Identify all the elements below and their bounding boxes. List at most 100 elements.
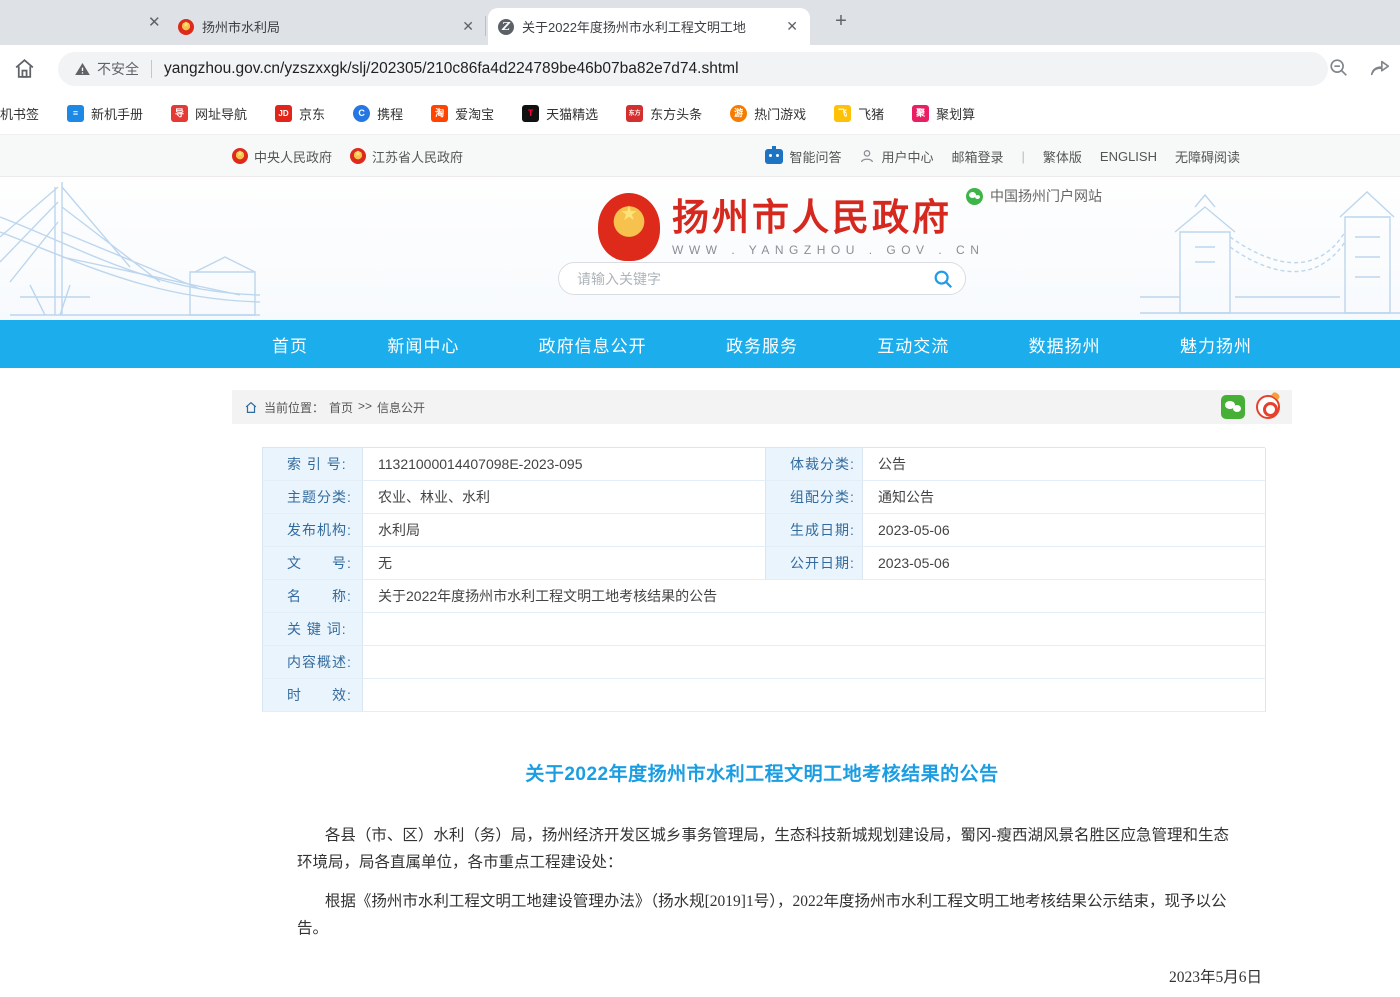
meta-value: 农业、林业、水利: [363, 481, 766, 514]
bridge-artwork-left: [0, 177, 270, 320]
meta-label: 生成日期:: [766, 514, 863, 547]
security-label[interactable]: 不安全: [97, 59, 139, 79]
main-nav: 首页 新闻中心 政府信息公开 政务服务 互动交流 数据扬州 魅力扬州: [0, 320, 1400, 368]
bookmark-item[interactable]: 聚 聚划算: [903, 104, 984, 123]
english-link[interactable]: ENGLISH: [1100, 149, 1157, 164]
accessibility-link[interactable]: 无障碍阅读: [1175, 147, 1240, 166]
bookmark-item[interactable]: ≡ 新机手册: [58, 104, 152, 123]
traditional-link[interactable]: 繁体版: [1043, 147, 1082, 166]
juhuasuan-icon: 聚: [912, 105, 929, 122]
meta-value: [363, 613, 1266, 646]
portal-link[interactable]: 中国扬州门户网站: [966, 186, 1102, 206]
portal-globe-icon: [966, 188, 983, 205]
breadcrumb: 当前位置： 首页 >> 信息公开: [232, 390, 1292, 424]
breadcrumb-home-link[interactable]: 首页: [329, 399, 353, 416]
nav-item-info-disclosure[interactable]: 政府信息公开: [539, 332, 647, 357]
tab-shuiliju[interactable]: 扬州市水利局 ✕: [168, 8, 486, 45]
nav-item-data[interactable]: 数据扬州: [1029, 332, 1101, 357]
table-row: 时 效:: [263, 679, 1265, 712]
bookmark-item[interactable]: T 天猫精选: [513, 104, 607, 123]
bookmark-item[interactable]: 东方 东方头条: [617, 104, 711, 123]
share-icon[interactable]: [1368, 57, 1392, 79]
meta-value: 无: [363, 547, 766, 580]
user-center-link[interactable]: 用户中心: [859, 147, 933, 166]
table-row: 名 称: 关于2022年度扬州市水利工程文明工地考核结果的公告: [263, 580, 1265, 613]
meta-label: 组配分类:: [766, 481, 863, 514]
meta-label: 时 效:: [263, 679, 363, 712]
meta-label: 体裁分类:: [766, 448, 863, 481]
article-date: 2023年5月6日: [232, 965, 1262, 987]
browser-logo-favicon: [498, 19, 514, 35]
search-icon[interactable]: [932, 268, 954, 290]
new-tab-button[interactable]: +: [828, 10, 854, 33]
smart-qa-link[interactable]: 智能问答: [765, 147, 841, 166]
close-icon[interactable]: ✕: [148, 13, 161, 31]
jiangsu-gov-link[interactable]: 江苏省人民政府: [350, 147, 463, 166]
table-row: 关 键 词:: [263, 613, 1265, 646]
breadcrumb-separator: >>: [358, 399, 372, 416]
bookmarks-bar: 机书签 ≡ 新机手册 导 网址导航 JD 京东 C 携程 淘 爱淘宝 T 天猫精…: [0, 93, 1400, 135]
article: 关于2022年度扬州市水利工程文明工地考核结果的公告 各县（市、区）水利（务）局…: [232, 759, 1292, 997]
search-input[interactable]: [558, 262, 966, 295]
meta-label: 公开日期:: [766, 547, 863, 580]
close-icon[interactable]: ✕: [460, 18, 476, 35]
table-row: 索 引 号: 11321000014407098E-2023-095 体裁分类:…: [263, 448, 1265, 481]
site-search: [558, 262, 966, 295]
article-paragraph: 根据《扬州市水利工程文明工地建设管理办法》（扬水规[2019]1号），2022年…: [297, 888, 1232, 942]
breadcrumb-home-icon: [244, 401, 258, 414]
bookmark-item[interactable]: 机书签: [0, 104, 48, 123]
nav-item-interaction[interactable]: 互动交流: [877, 332, 949, 357]
meta-label: 发布机构:: [263, 514, 363, 547]
mail-login-link[interactable]: 邮箱登录: [951, 147, 1003, 166]
browser-tab-bar: ✕ 扬州市水利局 ✕ 关于2022年度扬州市水利工程文明工地 ✕ +: [0, 0, 1400, 45]
bookmark-item[interactable]: 导 网址导航: [162, 104, 256, 123]
central-gov-link[interactable]: 中央人民政府: [232, 147, 332, 166]
zoom-out-icon[interactable]: [1328, 57, 1350, 79]
bookmark-item[interactable]: 游 热门游戏: [721, 104, 815, 123]
site-url-text: WWW . YANGZHOU . GOV . CN: [672, 243, 984, 257]
browser-toolbar: 不安全 yangzhou.gov.cn/yzszxxgk/slj/202305/…: [0, 45, 1400, 93]
meta-value: 2023-05-06: [863, 514, 1266, 547]
bookmark-item[interactable]: C 携程: [344, 104, 412, 123]
tab-announcement-active[interactable]: 关于2022年度扬州市水利工程文明工地 ✕: [488, 8, 810, 45]
table-row: 主题分类: 农业、林业、水利 组配分类: 通知公告: [263, 481, 1265, 514]
bookmark-item[interactable]: 飞 飞猪: [825, 104, 893, 123]
utility-divider: |: [1022, 149, 1025, 164]
home-icon[interactable]: [12, 56, 37, 81]
bookmark-item[interactable]: JD 京东: [266, 104, 334, 123]
national-emblem-icon: [350, 148, 366, 164]
site-logo[interactable]: 扬州市人民政府 WWW . YANGZHOU . GOV . CN: [598, 193, 984, 261]
utility-bar: 中央人民政府 江苏省人民政府 智能问答 用户中心 邮箱登录 |: [0, 135, 1400, 177]
not-secure-warning-icon: [74, 61, 91, 77]
fliggy-icon: 飞: [834, 105, 851, 122]
meta-value: 通知公告: [863, 481, 1266, 514]
meta-value: 11321000014407098E-2023-095: [363, 448, 766, 481]
meta-label: 关 键 词:: [263, 613, 363, 646]
address-bar[interactable]: 不安全 yangzhou.gov.cn/yzszxxgk/slj/202305/…: [58, 52, 1328, 86]
meta-label: 内容概述:: [263, 646, 363, 679]
jd-icon: JD: [275, 105, 292, 122]
user-icon: [859, 148, 875, 164]
document-meta-table: 索 引 号: 11321000014407098E-2023-095 体裁分类:…: [262, 447, 1265, 712]
article-title: 关于2022年度扬州市水利工程文明工地考核结果的公告: [232, 759, 1292, 786]
meta-label: 主题分类:: [263, 481, 363, 514]
meta-value: 公告: [863, 448, 1266, 481]
national-emblem-icon: [232, 148, 248, 164]
close-icon[interactable]: ✕: [784, 18, 800, 35]
wechat-share-icon[interactable]: [1221, 395, 1245, 419]
site-title: 扬州市人民政府: [672, 197, 984, 240]
manual-icon: ≡: [67, 105, 84, 122]
nav-item-news[interactable]: 新闻中心: [387, 332, 459, 357]
nav-item-charm[interactable]: 魅力扬州: [1180, 332, 1252, 357]
table-row: 发布机构: 水利局 生成日期: 2023-05-06: [263, 514, 1265, 547]
bookmark-item[interactable]: 淘 爱淘宝: [422, 104, 503, 123]
url-text[interactable]: yangzhou.gov.cn/yzszxxgk/slj/202305/210c…: [164, 60, 739, 78]
meta-label: 名 称:: [263, 580, 363, 613]
nav-item-home[interactable]: 首页: [272, 332, 308, 357]
breadcrumb-section-link[interactable]: 信息公开: [377, 399, 425, 416]
toutiao-icon: 东方: [626, 105, 643, 122]
weibo-share-icon[interactable]: [1256, 395, 1280, 419]
nav-item-services[interactable]: 政务服务: [726, 332, 798, 357]
games-icon: 游: [730, 105, 747, 122]
tab-title: 关于2022年度扬州市水利工程文明工地: [522, 17, 776, 36]
